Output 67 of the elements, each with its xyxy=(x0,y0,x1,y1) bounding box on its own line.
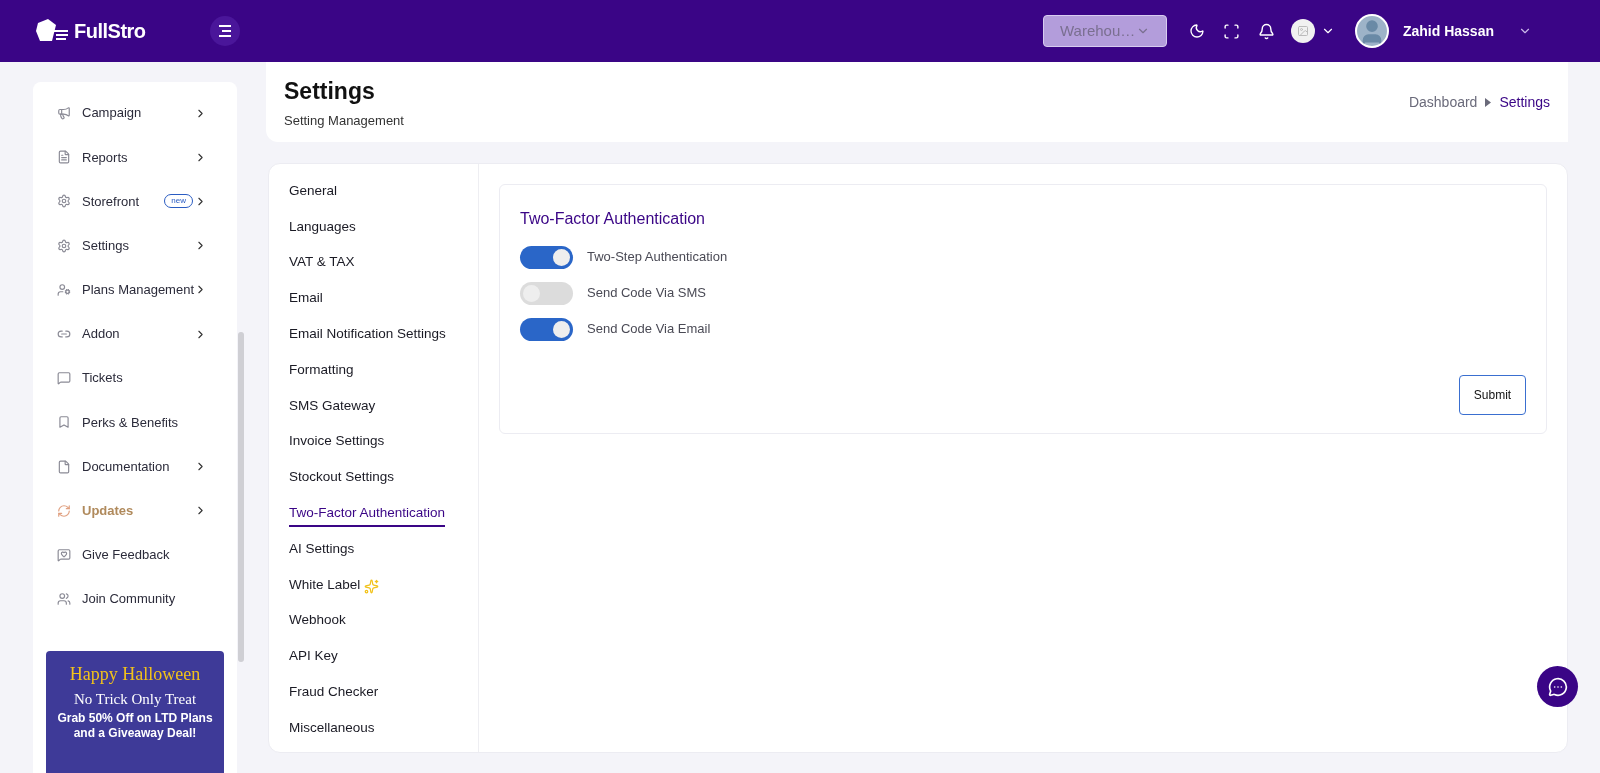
gear-icon xyxy=(57,194,71,209)
gear-icon xyxy=(57,238,71,253)
sidebar-item[interactable]: Join Community xyxy=(33,577,237,622)
image-icon xyxy=(1296,25,1309,37)
settings-tab[interactable]: Languages xyxy=(289,216,356,241)
banner-offer: Grab 50% Off on LTD Plans and a Giveaway Deal! xyxy=(56,710,214,741)
sidebar-item[interactable]: Reports xyxy=(33,135,237,180)
settings-tab[interactable]: AI Settings xyxy=(289,538,355,563)
settings-tab[interactable]: Stockout Settings xyxy=(289,467,395,492)
moon-icon[interactable] xyxy=(1188,23,1205,39)
settings-tab[interactable]: General xyxy=(289,180,338,205)
sidebar-item[interactable]: Storefront new xyxy=(33,179,237,224)
user-name[interactable]: Zahid Hassan xyxy=(1402,20,1494,42)
page-subtitle: Setting Management xyxy=(284,111,404,130)
menu-icon xyxy=(218,25,232,37)
fullscreen-icon[interactable] xyxy=(1222,22,1240,40)
toggle-switch[interactable] xyxy=(520,317,573,341)
sidebar-item[interactable]: Addon xyxy=(33,311,237,357)
user-gear-icon xyxy=(57,282,71,297)
chat-icon xyxy=(1547,676,1568,697)
language-button[interactable] xyxy=(1290,19,1315,43)
scrollbar[interactable] xyxy=(238,332,244,662)
promo-banner[interactable]: Happy Halloween No Trick Only Treat Grab 50% Off on LTD Plans and a Giveaway Deal! xyxy=(46,651,224,773)
sidebar-item[interactable]: Perks & Benefits xyxy=(33,400,237,445)
settings-tab[interactable]: Formatting xyxy=(289,359,354,384)
settings-tab[interactable]: SMS Gateway xyxy=(289,395,376,420)
settings-tab[interactable]: Miscellaneous xyxy=(289,717,375,742)
settings-tab[interactable]: VAT & TAX xyxy=(289,252,355,277)
bookmark-icon xyxy=(57,415,71,430)
sidebar-item[interactable]: Tickets xyxy=(33,356,237,401)
feedback-icon xyxy=(57,547,71,562)
banner-subtitle: No Trick Only Treat xyxy=(73,690,197,710)
sidebar-item[interactable]: Settings xyxy=(33,223,237,268)
sidebar-item[interactable]: Plans Management xyxy=(33,267,237,312)
document-icon xyxy=(57,150,71,165)
toggle-label: Two-Step Authentication xyxy=(587,248,728,267)
sidebar-item[interactable]: Campaign xyxy=(33,91,237,136)
banner-title: Happy Halloween xyxy=(69,663,201,687)
submit-button[interactable]: Submit xyxy=(1459,375,1526,415)
settings-tab[interactable]: White Label xyxy=(289,574,361,599)
chat-icon xyxy=(57,371,71,386)
file-icon xyxy=(57,459,71,474)
sidebar-item[interactable]: Documentation xyxy=(33,444,237,489)
toggle-label: Send Code Via Email xyxy=(587,320,711,339)
avatar[interactable] xyxy=(1354,14,1389,48)
breadcrumb-link[interactable]: Dashboard xyxy=(1408,91,1478,113)
megaphone-icon xyxy=(57,106,71,121)
caret-right-icon xyxy=(1485,97,1492,107)
settings-tab[interactable]: Fraud Checker xyxy=(289,681,379,707)
toggle-label: Send Code Via SMS xyxy=(587,284,706,303)
refresh-icon xyxy=(57,503,71,518)
sidebar-item[interactable]: Give Feedback xyxy=(33,532,237,578)
people-icon xyxy=(57,592,71,607)
settings-tab[interactable]: Invoice Settings xyxy=(289,431,385,456)
page-title: Settings xyxy=(284,77,376,106)
toggle-switch[interactable] xyxy=(520,245,573,269)
settings-tab[interactable]: Email xyxy=(289,288,323,313)
settings-tab[interactable]: Two-Factor Authentication xyxy=(289,502,446,528)
settings-tab[interactable]: Webhook xyxy=(289,610,346,635)
settings-tab[interactable]: Email Notification Settings xyxy=(289,323,446,349)
logo-text: FullStro xyxy=(74,19,146,44)
panel-title: Two-Factor Authentication xyxy=(520,209,706,229)
bell-icon[interactable] xyxy=(1257,22,1275,40)
toggle-switch[interactable] xyxy=(520,281,573,305)
breadcrumb-link[interactable]: Settings xyxy=(1499,91,1550,113)
menu-button[interactable] xyxy=(210,16,240,46)
settings-tab[interactable]: API Key xyxy=(289,646,338,671)
